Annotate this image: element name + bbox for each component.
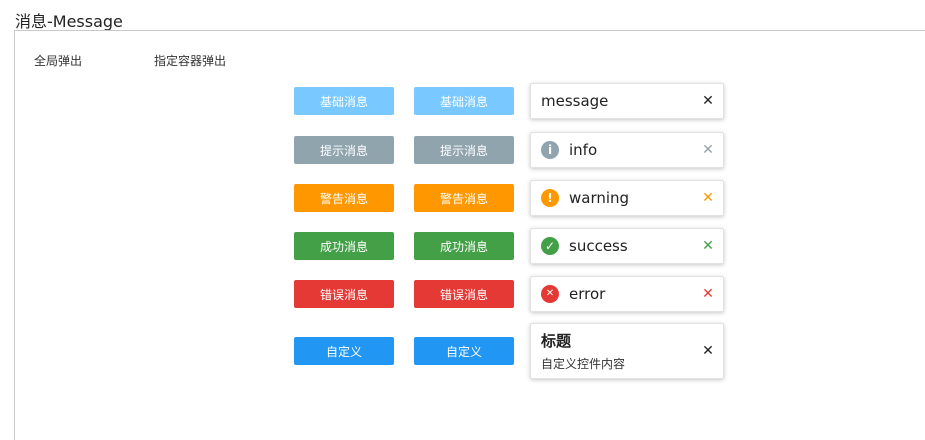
container-success-button[interactable]: 成功消息 (414, 232, 514, 260)
message-error: ✕ error ✕ (530, 276, 724, 312)
message-basic: message ✕ (530, 83, 724, 119)
message-info: i info ✕ (530, 132, 724, 168)
message-warning-text: warning (569, 189, 630, 207)
global-basic-button[interactable]: 基础消息 (294, 87, 394, 115)
label-global: 全局弹出 (34, 54, 83, 68)
container-warning-button[interactable]: 警告消息 (414, 184, 514, 212)
container-basic-button[interactable]: 基础消息 (414, 87, 514, 115)
message-success-text: success (569, 237, 628, 255)
label-container: 指定容器弹出 (154, 54, 227, 68)
global-warning-button[interactable]: 警告消息 (294, 184, 394, 212)
x-icon: ✕ (541, 285, 559, 303)
message-warning: ! warning ✕ (530, 180, 724, 216)
container-custom-button[interactable]: 自定义 (414, 337, 514, 365)
global-success-button[interactable]: 成功消息 (294, 232, 394, 260)
message-error-close-icon[interactable]: ✕ (701, 286, 715, 302)
info-icon: i (541, 141, 559, 159)
message-info-text: info (569, 141, 598, 159)
message-info-close-icon[interactable]: ✕ (701, 142, 715, 158)
message-custom-content: 标题 自定义控件内容 (541, 330, 701, 372)
message-custom: 标题 自定义控件内容 ✕ (530, 323, 724, 379)
message-success-close-icon[interactable]: ✕ (701, 238, 715, 254)
page-title: 消息-Message (15, 12, 123, 31)
message-custom-close-icon[interactable]: ✕ (701, 343, 715, 359)
exclamation-icon: ! (541, 189, 559, 207)
check-icon: ✓ (541, 237, 559, 255)
message-custom-title: 标题 (541, 332, 572, 350)
message-warning-close-icon[interactable]: ✕ (701, 190, 715, 206)
message-error-text: error (569, 285, 606, 303)
container-info-button[interactable]: 提示消息 (414, 136, 514, 164)
message-custom-body: 自定义控件内容 (541, 357, 626, 371)
message-basic-text: message (541, 92, 609, 110)
message-basic-close-icon[interactable]: ✕ (701, 93, 715, 109)
global-custom-button[interactable]: 自定义 (294, 337, 394, 365)
global-error-button[interactable]: 错误消息 (294, 280, 394, 308)
container-error-button[interactable]: 错误消息 (414, 280, 514, 308)
message-success: ✓ success ✕ (530, 228, 724, 264)
global-info-button[interactable]: 提示消息 (294, 136, 394, 164)
